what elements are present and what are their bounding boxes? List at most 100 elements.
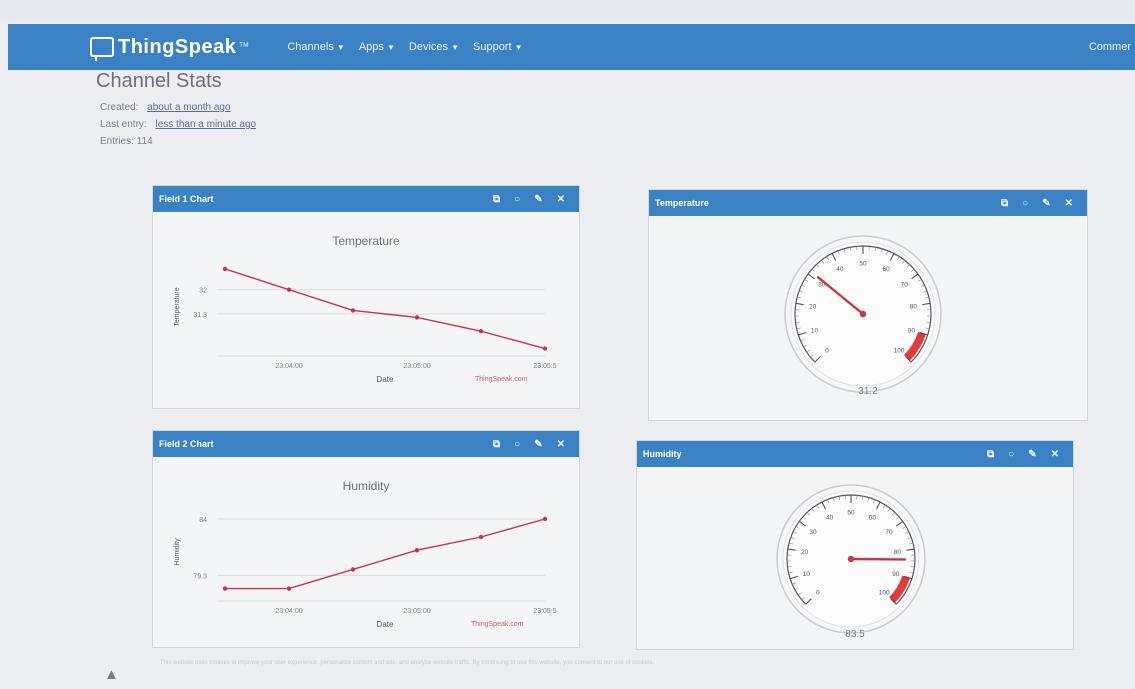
nav-support[interactable]: Support ▼ bbox=[473, 41, 523, 53]
data-point bbox=[478, 534, 484, 540]
humidity-gauge: 0 10 20 30 40 50 60 70 80 90 100 bbox=[776, 484, 926, 634]
gauge-tick-label: 10 bbox=[811, 327, 819, 334]
panel-header: Humidity ⧉ ○ ✎ ✕ bbox=[637, 441, 1073, 467]
y-tick-label: 32 bbox=[199, 288, 207, 295]
panel-title: Field 2 Chart bbox=[159, 439, 214, 449]
gauge-tick-label: 20 bbox=[801, 549, 809, 556]
x-axis-label: Date bbox=[377, 375, 394, 384]
gauge-tick-label: 70 bbox=[885, 529, 893, 536]
last-entry-label: Last entry: bbox=[100, 119, 147, 130]
pencil-icon[interactable]: ✎ bbox=[1042, 198, 1050, 209]
gauge-tick-label: 0 bbox=[825, 348, 829, 355]
x-tick-label: 23:05:00 bbox=[403, 608, 430, 615]
x-tick-label: 23:05:5 bbox=[533, 608, 556, 615]
brand-logo[interactable]: ThingSpeak ™ bbox=[90, 35, 250, 61]
panel-header: Field 2 Chart ⧉ ○ ✎ ✕ bbox=[153, 431, 579, 457]
gauge-needle-hub bbox=[847, 555, 855, 563]
gauge-needle-hub bbox=[859, 310, 867, 318]
pencil-icon[interactable]: ✎ bbox=[534, 194, 542, 205]
pencil-icon[interactable]: ✎ bbox=[1028, 449, 1036, 460]
external-link-icon[interactable]: ⧉ bbox=[493, 194, 500, 205]
gauge-tick-label: 50 bbox=[859, 261, 867, 268]
chat-bubble-icon bbox=[90, 37, 114, 61]
entries-label: Entries: bbox=[100, 136, 134, 147]
gauge-tick-label: 40 bbox=[826, 515, 834, 522]
x-axis-label: Date bbox=[377, 620, 394, 629]
data-point bbox=[414, 315, 420, 320]
gauge-tick-label: 90 bbox=[908, 327, 916, 334]
nav-devices[interactable]: Devices ▼ bbox=[409, 41, 459, 53]
comment-icon[interactable]: ○ bbox=[514, 194, 520, 205]
external-link-icon[interactable]: ⧉ bbox=[493, 439, 500, 450]
gauge-value: 83.5 bbox=[845, 629, 865, 640]
panel-header: Temperature ⧉ ○ ✎ ✕ bbox=[649, 190, 1087, 216]
y-axis-label: Humidity bbox=[174, 538, 181, 566]
external-link-icon[interactable]: ⧉ bbox=[1001, 198, 1008, 209]
nav-menu: Channels ▼ Apps ▼ Devices ▼ Support ▼ bbox=[287, 41, 522, 53]
close-icon[interactable]: ✕ bbox=[1065, 198, 1073, 209]
x-tick-label: 23:04:00 bbox=[275, 363, 302, 370]
y-tick-label: 31.3 bbox=[193, 312, 207, 319]
gauge-tick-label: 10 bbox=[803, 571, 811, 578]
gauge-tick-label: 0 bbox=[816, 590, 820, 597]
page-title: Channel Stats bbox=[96, 70, 222, 92]
gauge-tick-label: 60 bbox=[869, 515, 877, 522]
close-icon[interactable]: ✕ bbox=[1051, 449, 1059, 460]
nav-apps[interactable]: Apps ▼ bbox=[359, 41, 395, 53]
comment-icon[interactable]: ○ bbox=[1022, 198, 1028, 209]
entries-value: 114 bbox=[136, 136, 153, 147]
data-point bbox=[542, 516, 548, 522]
caret-down-icon: ▼ bbox=[336, 43, 345, 52]
data-point bbox=[350, 308, 356, 313]
close-icon[interactable]: ✕ bbox=[557, 194, 565, 205]
gauge-tick-label: 70 bbox=[901, 282, 909, 289]
data-point bbox=[414, 548, 420, 553]
data-point bbox=[286, 287, 292, 292]
gauge-tick-label: 100 bbox=[894, 348, 905, 355]
brand-trademark: ™ bbox=[238, 41, 250, 53]
x-tick-label: 23:04:00 bbox=[275, 608, 302, 615]
entries-row: Entries: 114 bbox=[100, 136, 153, 147]
panel-title: Temperature bbox=[655, 198, 709, 208]
chart-legend: ThingSpeak.com bbox=[471, 621, 524, 628]
external-link-icon[interactable]: ⧉ bbox=[987, 449, 994, 460]
data-point bbox=[222, 266, 228, 272]
comment-icon[interactable]: ○ bbox=[514, 439, 520, 450]
y-tick-label: 84 bbox=[199, 517, 207, 524]
gauge-tick-label: 50 bbox=[847, 510, 855, 517]
data-point bbox=[542, 346, 548, 351]
nav-commercial[interactable]: Commer bbox=[1089, 41, 1131, 53]
gauge-tick-label: 100 bbox=[879, 590, 890, 597]
gauge-tick-label: 80 bbox=[910, 304, 918, 311]
data-point bbox=[222, 586, 228, 591]
panel-title: Humidity bbox=[643, 449, 682, 459]
brand-name: ThingSpeak bbox=[118, 35, 237, 58]
cookie-notice: This website uses cookies to improve you… bbox=[160, 660, 655, 666]
caret-down-icon: ▼ bbox=[514, 43, 523, 52]
gauge-tick-label: 60 bbox=[883, 266, 891, 273]
x-tick-label: 23:05:00 bbox=[403, 363, 430, 370]
pencil-icon[interactable]: ✎ bbox=[534, 439, 542, 450]
gauge-tick-label: 20 bbox=[809, 304, 817, 311]
humidity-gauge-panel: Humidity ⧉ ○ ✎ ✕ 0 10 20 30 40 50 60 70 80 90 100 … bbox=[636, 440, 1074, 650]
warning-icon: ▲ bbox=[104, 666, 119, 683]
created-value: about a month ago bbox=[147, 102, 231, 113]
field1-chart-panel: Field 1 Chart ⧉ ○ ✎ ✕ Temperature 32 31.3… bbox=[152, 185, 580, 409]
nav-channels[interactable]: Channels ▼ bbox=[287, 41, 344, 53]
gauge-tick-label: 80 bbox=[894, 549, 902, 556]
created-label: Created: bbox=[100, 102, 139, 113]
gauge-value: 31.2 bbox=[858, 386, 878, 397]
series-line bbox=[224, 268, 546, 350]
last-entry-value: less than a minute ago bbox=[155, 119, 257, 130]
gauge-tick-label: 40 bbox=[836, 266, 844, 273]
gauge-tick-label: 90 bbox=[892, 571, 900, 578]
caret-down-icon: ▼ bbox=[386, 43, 395, 52]
gauge-tick-label: 30 bbox=[809, 529, 817, 536]
data-point bbox=[478, 329, 484, 334]
comment-icon[interactable]: ○ bbox=[1008, 449, 1014, 460]
temperature-gauge-panel: Temperature ⧉ ○ ✎ ✕ 0 10 20 30 40 50 60 70 80 90 1… bbox=[648, 189, 1088, 421]
data-point bbox=[350, 567, 356, 572]
last-entry-row: Last entry: less than a minute ago bbox=[100, 119, 256, 130]
panel-header: Field 1 Chart ⧉ ○ ✎ ✕ bbox=[153, 186, 579, 212]
close-icon[interactable]: ✕ bbox=[557, 439, 565, 450]
